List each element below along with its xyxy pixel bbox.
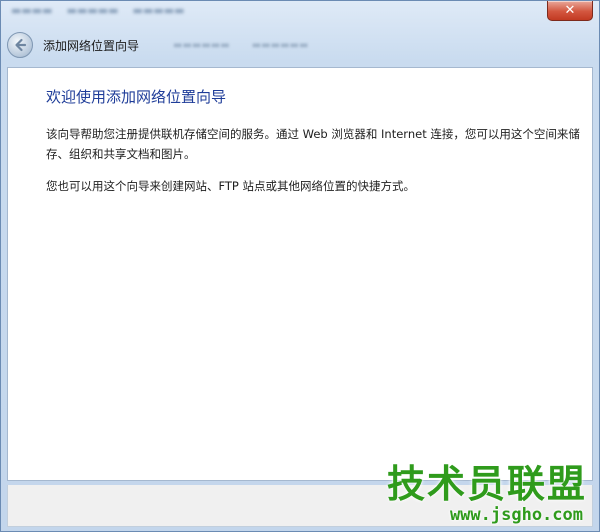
wizard-content-panel: 欢迎使用添加网络位置向导 该向导帮助您注册提供联机存储空间的服务。通过 Web … — [7, 67, 593, 481]
close-button[interactable]: ✕ — [547, 1, 593, 21]
background-text-block: ▬▬▬▬▬ — [66, 4, 119, 17]
back-arrow-icon — [15, 38, 27, 52]
wizard-title: 添加网络位置向导 — [43, 38, 140, 53]
wizard-window: ▬▬▬▬ ▬▬▬▬▬ ▬▬▬▬▬ ✕ 添加网络位置向导 ▬▬▬▬▬▬ ▬▬▬▬▬… — [0, 0, 600, 532]
background-text-block: ▬▬▬▬▬▬ — [173, 39, 230, 51]
back-button[interactable] — [7, 32, 33, 58]
background-text-block: ▬▬▬▬ — [11, 4, 53, 17]
background-nav-text: ▬▬▬▬▬▬ ▬▬▬▬▬▬ — [173, 40, 308, 51]
background-text-block: ▬▬▬▬▬▬ — [251, 39, 309, 51]
close-icon: ✕ — [564, 3, 576, 18]
navigation-bar: 添加网络位置向导 ▬▬▬▬▬▬ ▬▬▬▬▬▬ — [7, 27, 593, 63]
description-paragraph: 该向导帮助您注册提供联机存储空间的服务。通过 Web 浏览器和 Internet… — [46, 127, 580, 161]
watermark: 技术员联盟 www.jsgho.com — [372, 453, 587, 525]
watermark-logo: 技术员联盟 — [386, 462, 587, 506]
background-text-block: ▬▬▬▬▬ — [132, 4, 185, 17]
watermark-url: www.jsgho.com — [449, 505, 583, 525]
background-window-title: ▬▬▬▬ ▬▬▬▬▬ ▬▬▬▬▬ — [11, 4, 529, 22]
page-title: 欢迎使用添加网络位置向导 — [46, 88, 227, 106]
description-paragraph-secondary: 您也可以用这个向导来创建网站、FTP 站点或其他网络位置的快捷方式。 — [46, 179, 416, 193]
